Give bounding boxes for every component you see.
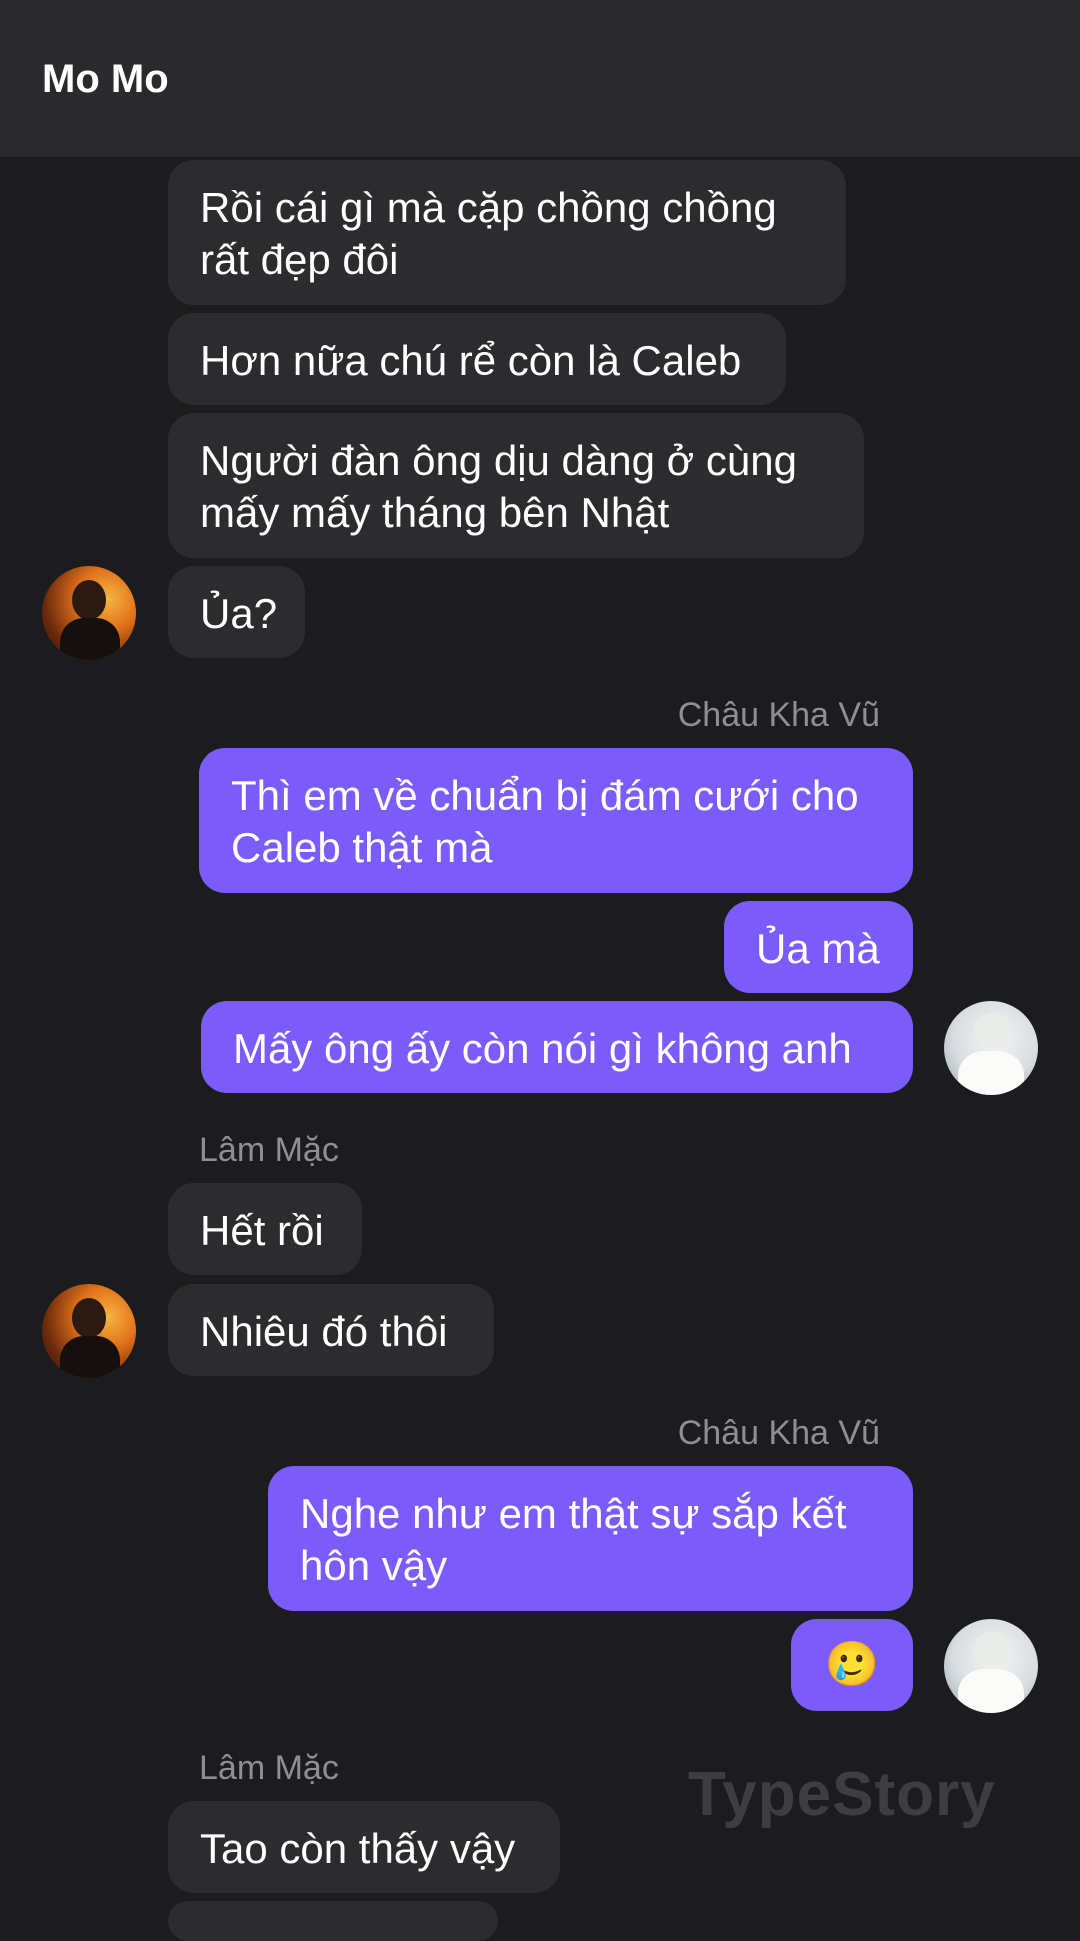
message-bubble-outgoing[interactable]: 🥲	[791, 1619, 913, 1711]
avatar-figure-hair	[974, 1013, 1012, 1049]
sender-name: Lâm Mặc	[199, 1131, 339, 1169]
avatar-figure-body	[60, 1336, 120, 1378]
message-bubble-incoming[interactable]: Người đàn ông dịu dàng ở cùng mấy mấy th…	[168, 413, 864, 558]
avatar[interactable]	[944, 1619, 1038, 1713]
message-bubble-outgoing[interactable]: Nghe như em thật sự sắp kết hôn vậy	[268, 1466, 913, 1611]
message-bubble-incoming[interactable]: Rồi cái gì mà cặp chồng chồng rất đẹp đô…	[168, 160, 846, 305]
message-bubble-incoming[interactable]: Nhiêu đó thôi	[168, 1284, 494, 1376]
message-bubble-incoming-partial[interactable]	[168, 1901, 498, 1941]
chat-header: Mo Mo	[0, 0, 1080, 157]
chat-title: Mo Mo	[42, 57, 169, 101]
avatar-figure-body	[60, 618, 120, 660]
avatar-figure	[72, 1298, 106, 1338]
avatar-figure-body	[958, 1669, 1024, 1713]
message-bubble-incoming[interactable]: Tao còn thấy vậy	[168, 1801, 560, 1893]
avatar-figure	[72, 580, 106, 620]
message-bubble-incoming[interactable]: Ủa?	[168, 566, 305, 658]
message-bubble-outgoing[interactable]: Ủa mà	[724, 901, 913, 993]
sender-name: Châu Kha Vũ	[677, 1414, 880, 1452]
avatar-figure-hair	[974, 1631, 1012, 1667]
message-bubble-incoming[interactable]: Hơn nữa chú rể còn là Caleb	[168, 313, 786, 405]
message-bubble-outgoing[interactable]: Mấy ông ấy còn nói gì không anh	[201, 1001, 913, 1093]
sender-name: Châu Kha Vũ	[677, 696, 880, 734]
avatar[interactable]	[42, 566, 136, 660]
avatar-figure-body	[958, 1051, 1024, 1095]
avatar[interactable]	[42, 1284, 136, 1378]
watermark: TypeStory	[688, 1760, 996, 1829]
sender-name: Lâm Mặc	[199, 1749, 339, 1787]
message-bubble-outgoing[interactable]: Thì em về chuẩn bị đám cưới cho Caleb th…	[199, 748, 913, 893]
message-bubble-incoming[interactable]: Hết rồi	[168, 1183, 362, 1275]
avatar[interactable]	[944, 1001, 1038, 1095]
